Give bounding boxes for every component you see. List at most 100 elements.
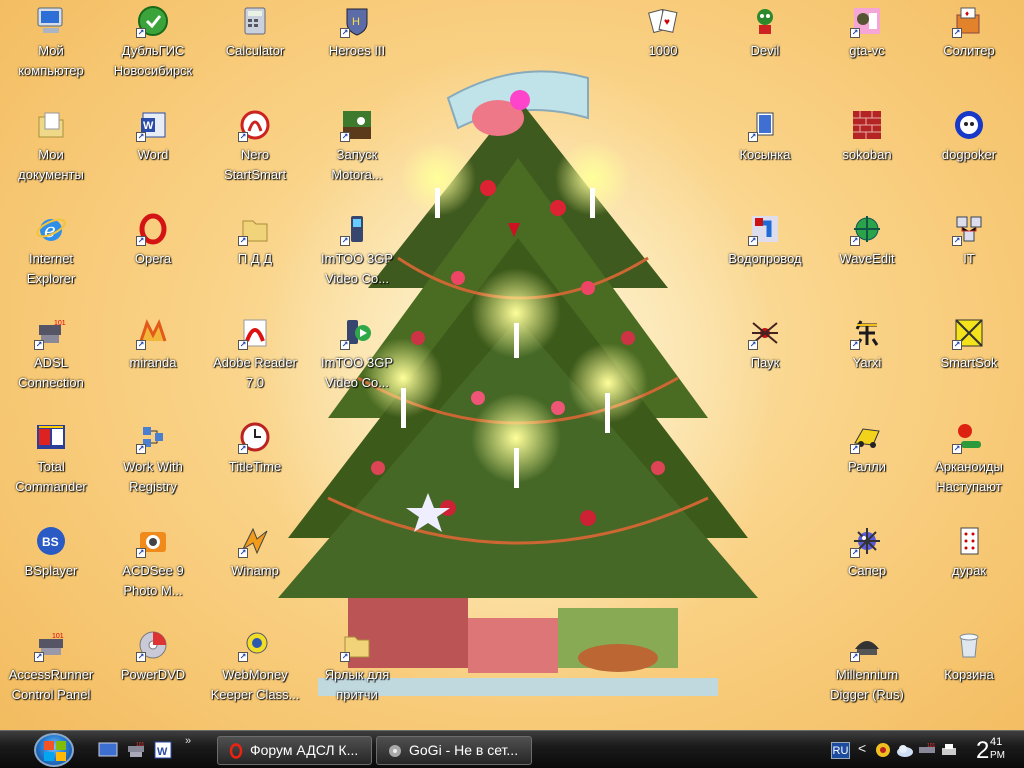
desktop-icon-imtoo-3gp-1[interactable]: ↗ ImTOO 3GP Video Co... bbox=[307, 210, 407, 310]
imtoo-phone-icon: ↗ bbox=[340, 212, 374, 246]
opera-icon bbox=[229, 743, 243, 759]
it-icon: ↗ bbox=[952, 212, 986, 246]
taskbar-button-opera[interactable]: Форум АДСЛ К... bbox=[217, 736, 372, 765]
desktop-icon-saper[interactable]: ↗ Сапер bbox=[817, 522, 917, 622]
desktop-icon-label: Сапер bbox=[847, 563, 887, 578]
my-documents-icon bbox=[34, 108, 68, 142]
tray-expand-arrow[interactable]: < bbox=[858, 740, 866, 756]
miranda-icon bbox=[389, 745, 401, 757]
antivirus-icon[interactable] bbox=[874, 742, 892, 758]
nero-icon: ↗ bbox=[238, 108, 272, 142]
heroes-icon: H ↗ bbox=[340, 4, 374, 38]
desktop-icon-durak[interactable]: дурак bbox=[919, 522, 1019, 622]
desktop-icon-pritchi-shortcut[interactable]: ↗ Ярлык для притчи bbox=[307, 626, 407, 726]
desktop-icon-calculator[interactable]: Calculator bbox=[205, 2, 305, 102]
calculator-icon bbox=[238, 4, 272, 38]
desktop-icon-arkanoidy[interactable]: ↗ Арканоиды Наступают bbox=[919, 418, 1019, 518]
desktop-icon-gta-vc[interactable]: ↗ gta-vc bbox=[817, 2, 917, 102]
desktop-icon-miranda[interactable]: ↗ miranda bbox=[103, 314, 203, 414]
desktop-icon-opera[interactable]: ↗ Opera bbox=[103, 210, 203, 310]
desktop-icon-motorola[interactable]: ↗ Запуск Motora... bbox=[307, 106, 407, 206]
svg-text:W: W bbox=[157, 746, 168, 758]
desktop-icon-word[interactable]: W ↗ Word bbox=[103, 106, 203, 206]
desktop-icon-sokoban[interactable]: sokoban bbox=[817, 106, 917, 206]
desktop-icon-dogpoker[interactable]: dogpoker bbox=[919, 106, 1019, 206]
desktop-icon-label: ADSL Connection bbox=[18, 355, 84, 390]
smartsok-icon: ↗ bbox=[952, 316, 986, 350]
desktop-icon-kosynka[interactable]: ↗ Косынка bbox=[715, 106, 815, 206]
desktop-icon-smartsok[interactable]: ↗ SmartSok bbox=[919, 314, 1019, 414]
quick-launch-word[interactable]: W bbox=[153, 740, 173, 760]
word-icon: W ↗ bbox=[136, 108, 170, 142]
clock-minutes[interactable]: 41 bbox=[990, 736, 1002, 748]
desktop-icon-internet-explorer[interactable]: e Internet Explorer bbox=[1, 210, 101, 310]
acdsee-icon: ↗ bbox=[136, 524, 170, 558]
cards-icon: ♥ bbox=[646, 4, 680, 38]
desktop-icon-webmoney[interactable]: ↗ WebMoney Keeper Class... bbox=[205, 626, 305, 726]
quick-launch-more-button[interactable]: » bbox=[185, 735, 191, 747]
desktop-icon-total-commander[interactable]: Total Commander bbox=[1, 418, 101, 518]
desktop-icon-my-documents[interactable]: Мои документы bbox=[1, 106, 101, 206]
quick-launch-show-desktop[interactable] bbox=[98, 740, 118, 760]
winamp-icon: ↗ bbox=[238, 524, 272, 558]
desktop-icon-label: Мой компьютер bbox=[18, 43, 84, 78]
modem-icon: 101 ↗ bbox=[34, 633, 64, 662]
desktop-icon-label: ДубльГИС Новосибирск bbox=[113, 43, 193, 78]
desktop-icon-1000[interactable]: ♥ 1000 bbox=[613, 2, 713, 102]
printer-icon[interactable] bbox=[940, 742, 958, 758]
desktop-icon-titletime[interactable]: ↗ TitleTime bbox=[205, 418, 305, 518]
recycle-bin-icon bbox=[952, 628, 986, 662]
cloud-icon[interactable] bbox=[896, 742, 914, 758]
clock-hour[interactable]: 2 bbox=[976, 737, 989, 765]
desktop-icon-recycle-bin[interactable]: Корзина bbox=[919, 626, 1019, 726]
dogpoker-icon bbox=[952, 108, 986, 142]
desktop-icon-pdd[interactable]: ↗ П Д Д bbox=[205, 210, 305, 310]
network-tray-icon[interactable]: 101 bbox=[918, 742, 936, 758]
desktop-icon-label: Work With Registry bbox=[123, 459, 183, 494]
minesweeper-icon: ↗ bbox=[850, 524, 884, 558]
desktop-icon-imtoo-3gp-2[interactable]: ↗ ImTOO 3GP Video Co... bbox=[307, 314, 407, 414]
desktop-icon-bsplayer[interactable]: BS BSplayer bbox=[1, 522, 101, 622]
quick-launch-network[interactable]: 101 bbox=[126, 740, 146, 760]
desktop-icon-label: ACDSee 9 Photo M... bbox=[122, 563, 184, 598]
desktop-icon-ralli[interactable]: ↗ Ралли bbox=[817, 418, 917, 518]
desktop-icon-heroes-3[interactable]: H ↗ Heroes III bbox=[307, 2, 407, 102]
motorola-icon: ↗ bbox=[340, 108, 374, 142]
word-icon: W bbox=[154, 741, 172, 759]
powerdvd-icon: ↗ bbox=[136, 628, 170, 662]
language-indicator[interactable]: RU bbox=[831, 742, 850, 759]
desktop: Мой компьютер Мои документы e Internet E… bbox=[0, 0, 1024, 730]
taskbar-button-miranda[interactable]: GoGi - Не в сет... bbox=[376, 736, 532, 765]
desktop-icon-millennium-digger[interactable]: ↗ Millennium Digger (Rus) bbox=[817, 626, 917, 726]
desktop-icon-nero[interactable]: ↗ Nero StartSmart bbox=[205, 106, 305, 206]
dublgis-icon: ↗ bbox=[136, 4, 170, 38]
svg-text:101: 101 bbox=[136, 742, 145, 748]
start-button[interactable] bbox=[34, 733, 74, 767]
desktop-icon-label: miranda bbox=[129, 355, 177, 370]
clock-ampm[interactable]: PM bbox=[990, 750, 1005, 762]
desktop-icon-accessrunner[interactable]: 101 ↗ AccessRunner Control Panel bbox=[1, 626, 101, 726]
desktop-icon-acdsee[interactable]: ↗ ACDSee 9 Photo M... bbox=[103, 522, 203, 622]
desktop-icon-it[interactable]: ↗ IT bbox=[919, 210, 1019, 310]
desktop-icon-label: Yarxi bbox=[852, 355, 882, 370]
desktop-icon-my-computer[interactable]: Мой компьютер bbox=[1, 2, 101, 102]
desktop-icon-label: ImTOO 3GP Video Co... bbox=[321, 251, 393, 286]
desktop-icon-winamp[interactable]: ↗ Winamp bbox=[205, 522, 305, 622]
desktop-icon-pauk[interactable]: ↗ Паук bbox=[715, 314, 815, 414]
rally-icon: ↗ bbox=[850, 420, 884, 454]
desktop-icon-devil[interactable]: Devil bbox=[715, 2, 815, 102]
desktop-icon-adsl-connection[interactable]: 101 ↗ ADSL Connection bbox=[1, 314, 101, 414]
desktop-icon-adobe-reader[interactable]: ↗ Adobe Reader 7.0 bbox=[205, 314, 305, 414]
desktop-icon-soliter[interactable]: ♦ ↗ Солитер bbox=[919, 2, 1019, 102]
desktop-icon-powerdvd[interactable]: ↗ PowerDVD bbox=[103, 626, 203, 726]
desktop-icon-dublgis[interactable]: ↗ ДубльГИС Новосибирск bbox=[103, 2, 203, 102]
network-connection-icon: 101 ↗ bbox=[34, 320, 66, 350]
desktop-icon-waveedit[interactable]: ↗ WaveEdit bbox=[817, 210, 917, 310]
desktop-icon-yarxi[interactable]: ↗ Yarxi bbox=[817, 314, 917, 414]
desktop-icon-label: TitleTime bbox=[228, 459, 282, 474]
desktop-icon-label: sokoban bbox=[842, 147, 892, 162]
sokoban-icon bbox=[850, 108, 884, 142]
desktop-icon-work-with-registry[interactable]: ↗ Work With Registry bbox=[103, 418, 203, 518]
taskbar-button-label: GoGi - Не в сет... bbox=[409, 742, 519, 758]
desktop-icon-vodoprovod[interactable]: ↗ Водопровод bbox=[715, 210, 815, 310]
